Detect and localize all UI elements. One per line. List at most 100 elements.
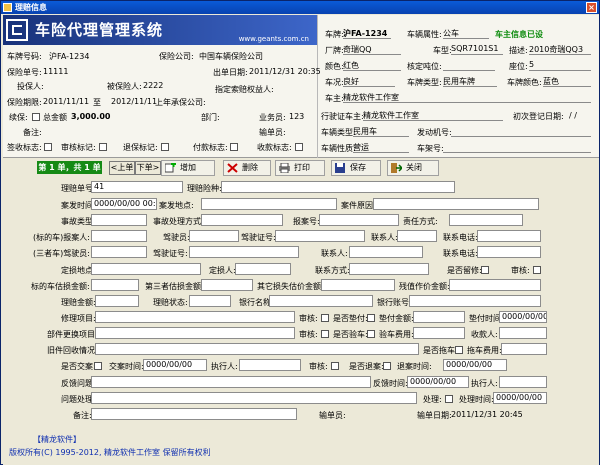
nature-label: 车辆属性:: [407, 30, 442, 39]
reg-value: / /: [569, 111, 577, 120]
parts-label: 部件更换项目:: [47, 330, 98, 339]
residual-input[interactable]: [449, 279, 541, 291]
claim-amt-input[interactable]: [95, 295, 139, 307]
oldparts-input[interactable]: [95, 343, 419, 355]
audit-checkbox-5[interactable]: [331, 362, 339, 370]
acc-way-input[interactable]: [201, 214, 283, 226]
loss-person-label: 定损人:: [209, 266, 236, 275]
delete-button[interactable]: 删除: [223, 160, 271, 176]
license-input[interactable]: [275, 230, 365, 242]
tp-phone-input[interactable]: [477, 246, 541, 258]
issue-handle-input[interactable]: [91, 392, 417, 404]
save-button[interactable]: 保存: [331, 160, 381, 176]
load-label: 核定吨位:: [407, 62, 442, 71]
plate-label: 车牌号码:: [7, 52, 42, 61]
audit-checkbox-4[interactable]: [321, 330, 329, 338]
tp-driver-label: (三者车)驾驶员:: [33, 249, 90, 258]
fb-exec-input[interactable]: [499, 376, 547, 388]
recv-checkbox[interactable]: [295, 143, 303, 151]
remark-label: 备注:: [23, 128, 42, 137]
car-plate-value: 沪FA-1234: [343, 28, 391, 39]
add-icon: [165, 163, 176, 173]
tp-license-input[interactable]: [189, 246, 299, 258]
audit-checkbox-3[interactable]: [321, 314, 329, 322]
audit-checkbox-2[interactable]: [533, 266, 541, 274]
license-label: 驾驶证号:: [241, 233, 276, 242]
advance-amt-input[interactable]: [413, 311, 465, 323]
window-title: 理赔信息: [15, 3, 47, 12]
feedback-input[interactable]: [91, 376, 371, 388]
audit-checkbox[interactable]: [99, 143, 107, 151]
handled-checkbox[interactable]: [445, 395, 453, 403]
handover-time-input[interactable]: 0000/00/00: [143, 359, 207, 371]
tracked-checkbox[interactable]: [481, 266, 489, 274]
claim-no-input[interactable]: 41: [91, 181, 183, 193]
brand-value: 奇瑞QQ: [343, 44, 401, 55]
audit-label-4: 审核:: [299, 330, 318, 339]
sign-checkbox[interactable]: [44, 143, 52, 151]
print-button[interactable]: 打印: [275, 160, 325, 176]
account-input[interactable]: [409, 295, 541, 307]
tp-driver-input[interactable]: [91, 246, 147, 258]
place-input[interactable]: [201, 198, 337, 210]
dept-label: 部门:: [201, 113, 220, 122]
loss-person-input[interactable]: [235, 263, 291, 275]
acc-type-input[interactable]: [91, 214, 147, 226]
contact-way-input[interactable]: [349, 263, 429, 275]
renew-checkbox[interactable]: [32, 113, 40, 121]
prev-record-button[interactable]: <上单: [109, 161, 135, 175]
model-value: SQR7101S1: [451, 44, 503, 55]
reason-input[interactable]: [373, 198, 539, 210]
repair-input[interactable]: [95, 311, 295, 323]
remark-input[interactable]: [91, 408, 297, 420]
claim-type-label: 理赔险种:: [187, 184, 222, 193]
next-record-button[interactable]: 下单>: [135, 161, 161, 175]
advance-checkbox[interactable]: [367, 314, 375, 322]
type-value: 民用车: [353, 126, 409, 137]
policy-info-panel: 车险代理管理系统 www.geants.com.cn 车牌号码: 沪FA-123…: [3, 15, 599, 158]
handover-checkbox[interactable]: [94, 362, 102, 370]
tp-loss-input[interactable]: [201, 279, 253, 291]
residual-label: 残值作价金额:: [399, 282, 450, 291]
time-input[interactable]: 0000/00/00 00:00: [91, 198, 157, 210]
own-reporter-input[interactable]: [91, 230, 147, 242]
add-button[interactable]: 增加: [161, 160, 215, 176]
color-value: 红色: [343, 60, 401, 71]
close-window-button[interactable]: ×: [586, 2, 597, 13]
claim-type-select[interactable]: [221, 181, 455, 193]
claim-status-input[interactable]: [189, 295, 231, 307]
driver-input[interactable]: [189, 230, 239, 242]
refund-checkbox[interactable]: [161, 143, 169, 151]
phone-input[interactable]: [477, 230, 541, 242]
fb-exec-label: 执行人:: [471, 379, 498, 388]
handle-time-input[interactable]: 0000/00/00: [493, 392, 547, 404]
exec-input[interactable]: [239, 359, 301, 371]
platetype-label: 车牌类型:: [407, 78, 442, 87]
other-loss-input[interactable]: [321, 279, 395, 291]
drag-checkbox[interactable]: [455, 346, 463, 354]
own-loss-input[interactable]: [91, 279, 139, 291]
inspect-fee-input[interactable]: [413, 327, 465, 339]
report-input[interactable]: [319, 214, 399, 226]
inspect-checkbox[interactable]: [367, 330, 375, 338]
drag-fee-input[interactable]: [501, 343, 547, 355]
settle-time-input[interactable]: 0000/00/00: [443, 359, 507, 371]
frame-value: [443, 142, 591, 153]
vendor-link[interactable]: 【精龙软件】: [33, 434, 81, 445]
bank-input[interactable]: [269, 295, 373, 307]
fb-time-input[interactable]: 0000/00/00: [407, 376, 469, 388]
seats-label: 座位:: [509, 62, 528, 71]
parts-input[interactable]: [95, 327, 295, 339]
contact-input[interactable]: [397, 230, 437, 242]
close-button[interactable]: 关闭: [387, 160, 439, 176]
nature-value: 公车: [443, 28, 489, 39]
tp-contact-input[interactable]: [349, 246, 423, 258]
advance-time-input[interactable]: 0000/00/00: [499, 311, 547, 323]
refund-label: 退保标记:: [123, 143, 158, 152]
remark-form-label: 备注:: [73, 411, 92, 420]
receiver-input[interactable]: [499, 327, 547, 339]
resp-input[interactable]: [449, 214, 523, 226]
settle-checkbox[interactable]: [383, 362, 391, 370]
pay-checkbox[interactable]: [230, 143, 238, 151]
loss-place-input[interactable]: [91, 263, 201, 275]
